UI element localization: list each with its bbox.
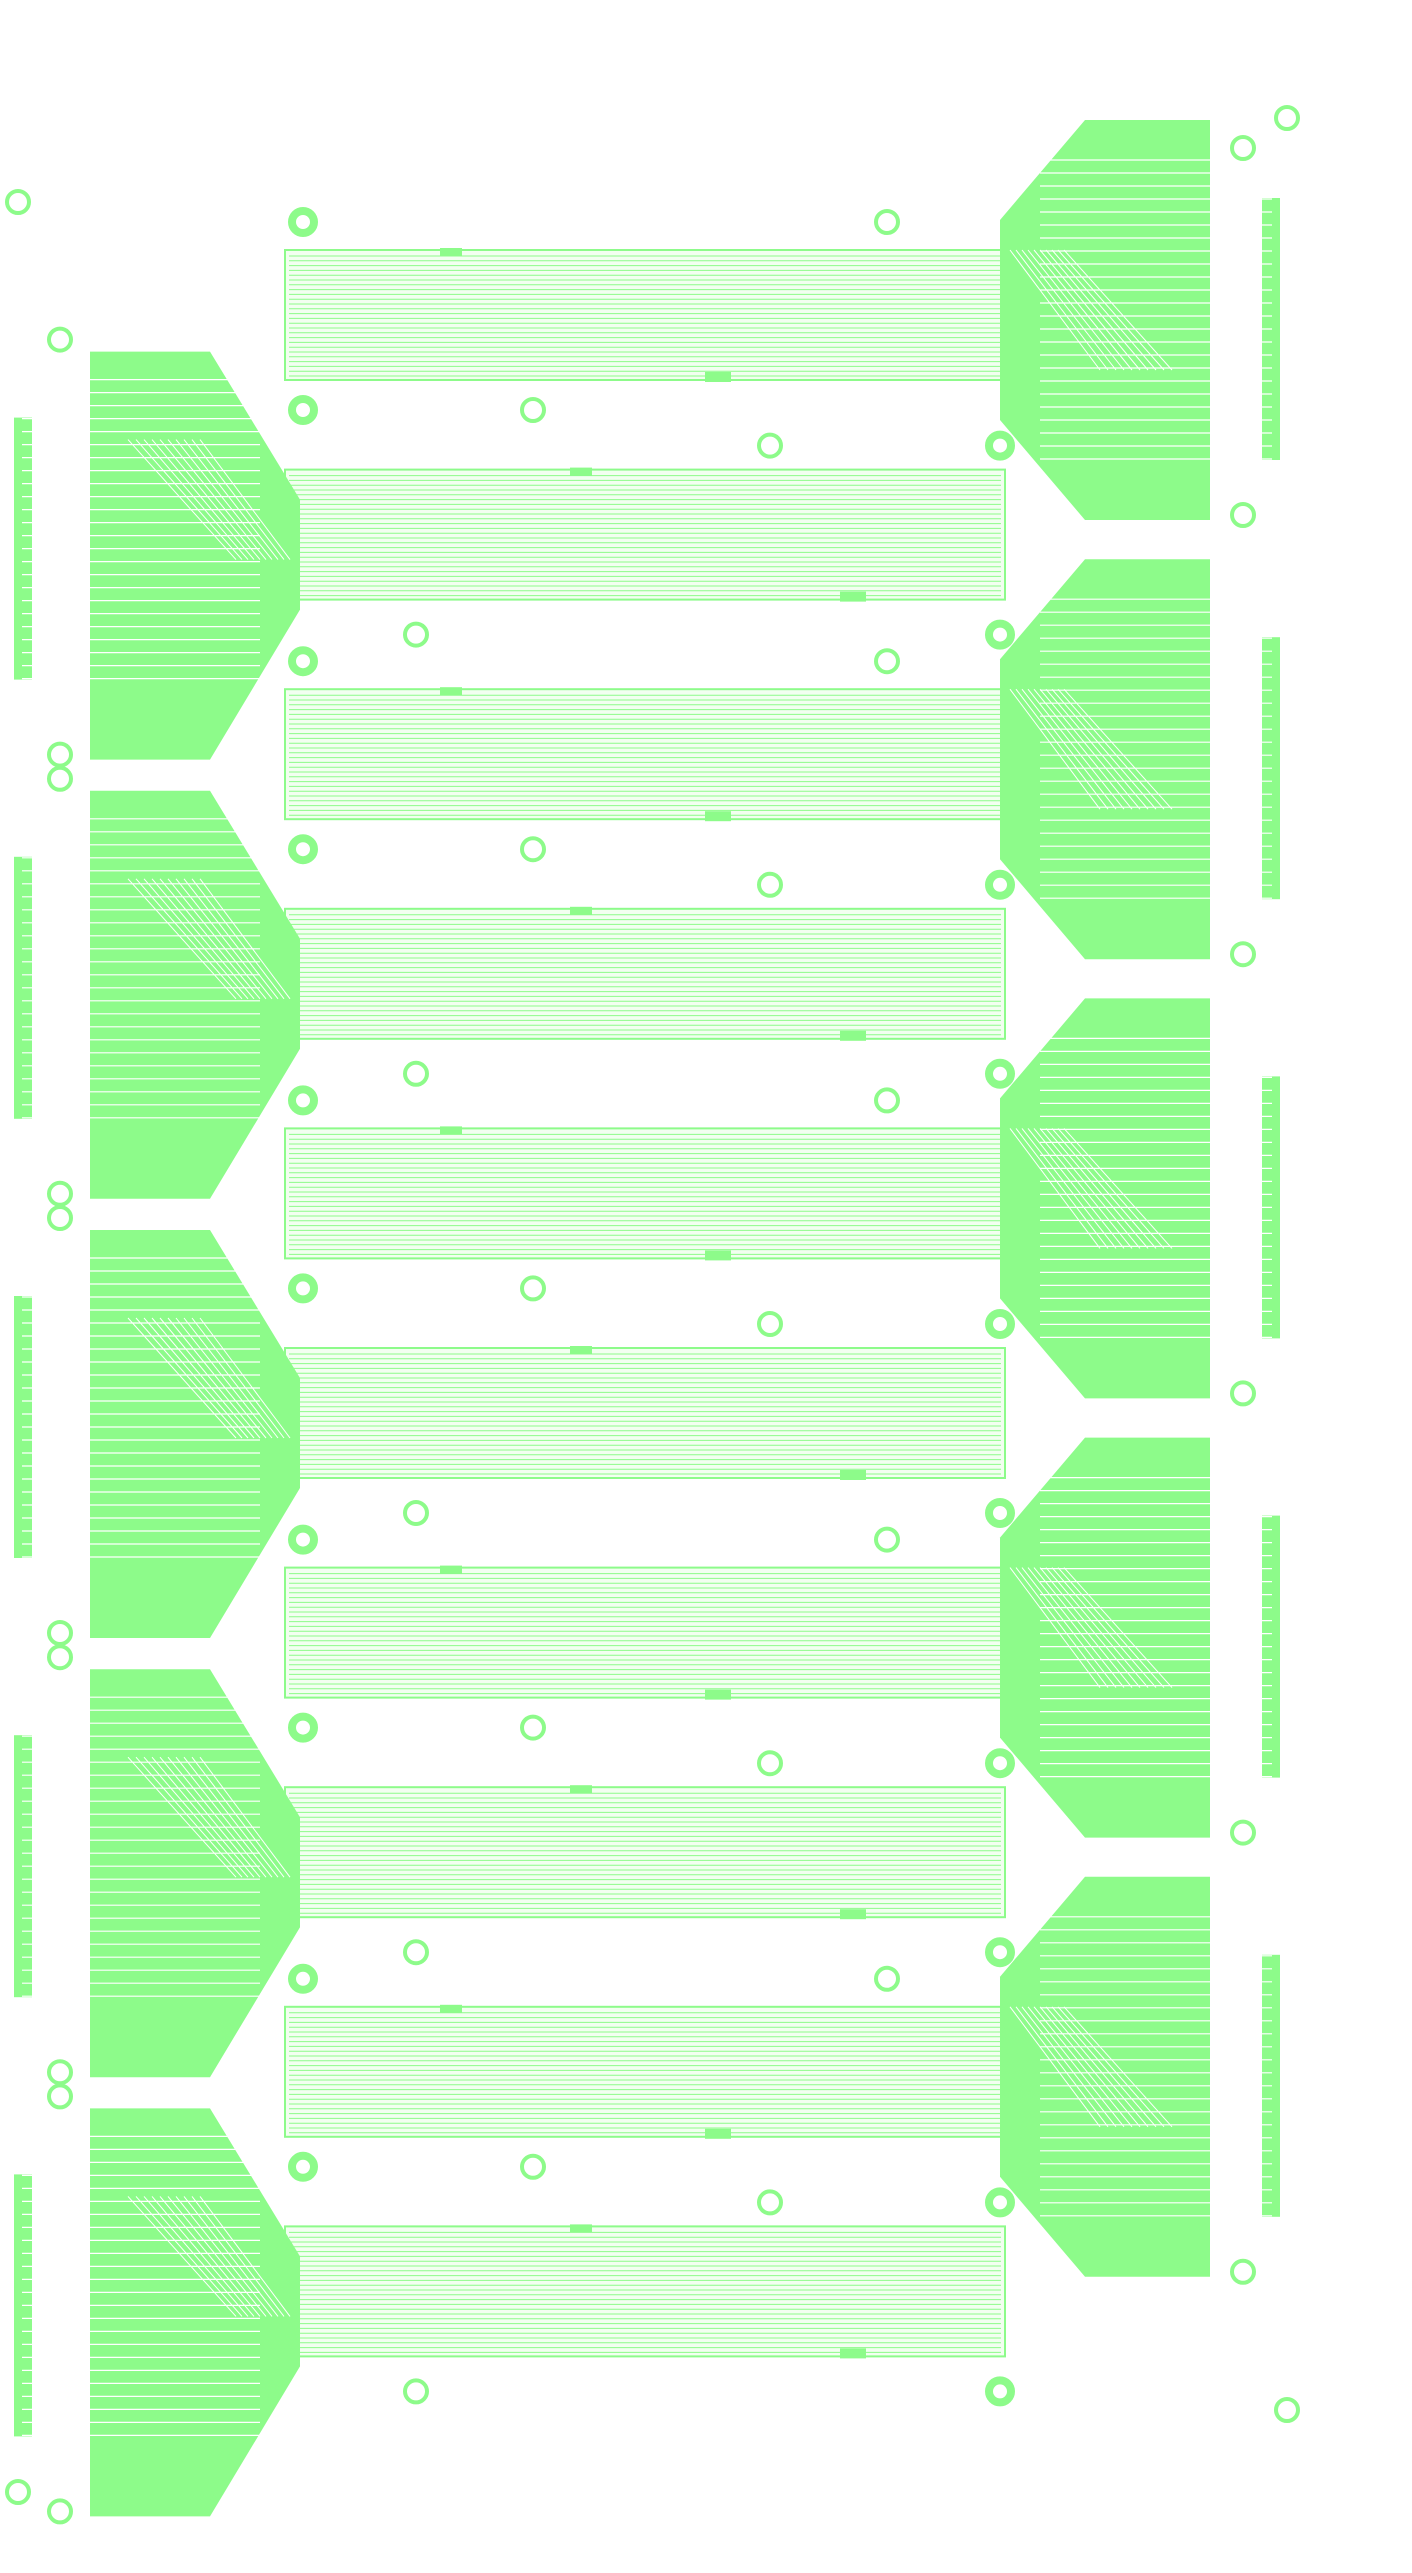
tooling-hole-ring — [403, 1060, 429, 1087]
tooling-hole-ring — [1230, 941, 1256, 968]
ribbon-marker — [440, 248, 462, 256]
tooling-hole-ring — [403, 2378, 429, 2405]
ribbon-cable — [284, 1566, 1006, 1699]
ribbon-marker — [440, 1565, 462, 1574]
ribbon-marker — [440, 2004, 462, 2013]
ribbon-cable — [284, 468, 1006, 601]
ribbon-marker — [570, 1785, 592, 1794]
fiducial-pad — [985, 1748, 1015, 1779]
fiducial-pad — [288, 1524, 318, 1555]
tooling-hole-ring — [5, 2479, 31, 2505]
fiducial-pad — [288, 834, 318, 865]
tooling-hole-ring — [874, 648, 900, 675]
fiducial-pad — [288, 1085, 318, 1116]
tooling-hole-ring — [1230, 2258, 1256, 2285]
tooling-hole-ring — [1274, 105, 1300, 131]
tooling-hole-ring — [874, 209, 900, 235]
ribbon-cable — [284, 1347, 1006, 1479]
tooling-hole-ring — [520, 397, 546, 423]
tooling-hole-ring — [520, 2153, 546, 2180]
tooling-hole-ring — [1230, 1380, 1256, 1407]
ribbon-cable — [284, 1127, 1006, 1260]
fiducial-pad — [985, 2376, 1015, 2407]
tooling-hole-ring — [47, 1644, 73, 1671]
ribbon-marker — [440, 1126, 462, 1135]
ribbon-marker — [705, 1250, 731, 1261]
fiducial-pad — [985, 1058, 1015, 1089]
fiducial-pad — [985, 619, 1015, 650]
fiducial-pad — [288, 2151, 318, 2182]
tooling-hole-ring — [757, 432, 783, 459]
fiducial-pad — [985, 2187, 1015, 2218]
ribbon-cable — [284, 907, 1006, 1040]
tooling-hole-ring — [47, 2498, 73, 2525]
tooling-hole-ring — [47, 1620, 73, 1646]
fiducial-pad — [288, 646, 318, 677]
ribbon-cable — [284, 688, 1006, 821]
tooling-hole-ring — [47, 1205, 73, 1231]
flex-circuit-9 — [284, 1876, 1280, 2277]
ribbon-marker — [840, 1030, 866, 1041]
ribbon-marker — [840, 2348, 866, 2359]
fiducial-pad — [288, 1963, 318, 1994]
tooling-hole-ring — [403, 621, 429, 648]
tooling-hole-ring — [757, 871, 783, 898]
tooling-hole-ring — [1230, 1819, 1256, 1846]
tooling-hole-ring — [47, 326, 73, 353]
fiducial-pad — [288, 207, 318, 237]
tooling-hole-ring — [47, 765, 73, 792]
flex-circuit-1 — [284, 120, 1280, 520]
tooling-hole-ring — [874, 1087, 900, 1114]
tooling-hole-ring — [757, 1750, 783, 1777]
ribbon-cable — [284, 249, 1006, 381]
ribbon-marker — [570, 906, 592, 915]
ribbon-marker — [570, 1346, 592, 1354]
fiducial-pad — [288, 395, 318, 425]
tooling-hole-ring — [874, 1965, 900, 1992]
fiducial-pad — [985, 1937, 1015, 1968]
tooling-hole-ring — [757, 2189, 783, 2216]
fiducial-pad — [985, 1498, 1015, 1528]
tooling-hole-ring — [5, 189, 31, 215]
tooling-hole-ring — [1230, 502, 1256, 528]
fiducial-pad — [985, 869, 1015, 900]
tooling-hole-ring — [520, 1714, 546, 1741]
ribbon-marker — [705, 372, 731, 382]
fiducial-pad — [985, 1309, 1015, 1339]
ribbon-marker — [840, 1470, 866, 1480]
ribbon-cable — [284, 2005, 1006, 2138]
tooling-hole-ring — [403, 1500, 429, 1526]
ribbon-marker — [705, 2128, 731, 2139]
ribbon-cable — [284, 2225, 1006, 2358]
ribbon-marker — [840, 591, 866, 602]
tooling-hole-ring — [403, 1939, 429, 1966]
ribbon-marker — [705, 811, 731, 822]
tooling-hole-ring — [757, 1311, 783, 1337]
tooling-hole-ring — [47, 741, 73, 768]
tooling-hole-ring — [47, 2083, 73, 2110]
flex-circuit-7 — [284, 1437, 1280, 1838]
ribbon-marker — [440, 687, 462, 696]
ribbon-marker — [840, 1909, 866, 1920]
flex-circuit-10 — [14, 2108, 1006, 2517]
flex-circuit-5 — [284, 998, 1280, 1399]
tooling-hole-ring — [47, 2059, 73, 2086]
fiducial-pad — [288, 1273, 318, 1304]
fiducial-pad — [288, 1712, 318, 1743]
tooling-hole-ring — [874, 1526, 900, 1553]
flex-circuit-array — [14, 120, 1280, 2517]
tooling-hole-ring — [47, 1180, 73, 1207]
ribbon-cable — [284, 1786, 1006, 1919]
fiducial-pad — [985, 430, 1015, 461]
pcb-panel — [5, 105, 1300, 2525]
flex-circuit-3 — [284, 559, 1280, 960]
tooling-hole-ring — [1274, 2397, 1300, 2423]
ribbon-marker — [570, 2224, 592, 2233]
ribbon-marker — [570, 467, 592, 476]
tooling-hole-ring — [520, 1275, 546, 1302]
tooling-hole-ring — [1230, 135, 1256, 161]
ribbon-marker — [705, 1689, 731, 1700]
tooling-hole-ring — [520, 836, 546, 863]
